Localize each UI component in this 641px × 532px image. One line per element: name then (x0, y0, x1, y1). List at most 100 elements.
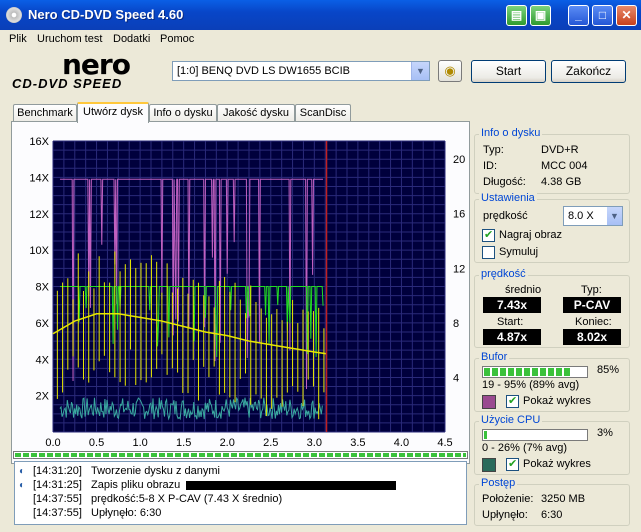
maximize-icon: □ (598, 8, 607, 22)
buffer-progress-fill (484, 368, 571, 376)
extra-button-1[interactable]: ▤ (506, 5, 527, 26)
stop-button[interactable]: Zakończ (551, 60, 626, 83)
speed-group: prędkość średnio Typ: 7.43x P-CAV Start:… (474, 268, 630, 348)
chevron-down-icon[interactable]: ▼ (411, 62, 429, 80)
drive-select-value: [1:0] BENQ DVD LS DW1655 BCIB (177, 65, 351, 77)
buffer-show-graph-label: Pokaż wykres (523, 395, 591, 407)
y-right-tick-label: 12 (453, 263, 465, 275)
end-label: Koniec: (575, 316, 612, 328)
cpu-title: Użycie CPU (479, 414, 543, 426)
extra-button-2[interactable]: ▣ (530, 5, 551, 26)
info-icon: ◐ (19, 466, 26, 477)
logo-product: CD-DVD SPEED (12, 76, 123, 91)
x-tick-label: 1.5 (176, 437, 191, 449)
minimize-button[interactable]: _ (568, 5, 589, 26)
cpu-progress (482, 429, 588, 441)
drive-select[interactable]: [1:0] BENQ DVD LS DW1655 BCIB ▼ (172, 61, 430, 81)
settings-group: Ustawienia prędkość 8.0 X ▼ Nagraj obraz… (474, 192, 630, 263)
disc-info-group: Info o dysku Typ: DVD+R ID: MCC 004 Dług… (474, 127, 630, 194)
eject-button[interactable]: ◉ (438, 60, 462, 82)
menu-bar: Plik Uruchom test Dodatki Pomoc (0, 30, 641, 49)
speed-type-label: Typ: (581, 284, 602, 296)
simulate-checkbox[interactable] (482, 246, 495, 259)
y-left-tick-label: 10X (29, 245, 49, 257)
start-label: Start: (497, 316, 524, 328)
menu-extras[interactable]: Dodatki (113, 33, 150, 45)
buffer-group: Bufor 85% 19 - 95% (89% avg) Pokaż wykre… (474, 351, 630, 412)
log-entry: [14:37:55] prędkość:5-8 X P-CAV (7.43 X ś… (33, 493, 283, 505)
x-tick-label: 0.5 (89, 437, 104, 449)
y-left-tick-label: 14X (29, 172, 49, 184)
x-tick-label: 0.0 (45, 437, 60, 449)
disc-type-value: DVD+R (541, 144, 579, 156)
menu-plik[interactable]: Plik (9, 33, 27, 45)
close-button[interactable]: ✕ (616, 5, 637, 26)
progress-group: Postęp Położenie: 3250 MB Upłynęło: 6:30 (474, 477, 630, 526)
nero-logo: nero CD-DVD SPEED (10, 48, 160, 92)
speed-label: prędkość (483, 210, 528, 222)
chevron-down-icon[interactable]: ▼ (607, 207, 622, 225)
copy-icon: ▤ (510, 8, 523, 22)
log-entry: ◐ [14:31:20] Tworzenie dysku z danymi (19, 465, 220, 477)
redacted-filename (186, 480, 397, 490)
cpu-progress-fill (484, 431, 488, 439)
x-tick-label: 1.0 (132, 437, 147, 449)
x-tick-label: 3.5 (350, 437, 365, 449)
elapsed-value: 6:30 (541, 509, 563, 521)
speed-select[interactable]: 8.0 X ▼ (563, 206, 623, 226)
cpu-range: 0 - 26% (7% avg) (482, 442, 567, 454)
progress-title: Postęp (479, 477, 518, 489)
status-progress-fill (15, 453, 466, 457)
avg-label: średnio (505, 284, 542, 296)
cpu-show-graph-label: Pokaż wykres (523, 458, 591, 470)
cpu-show-graph-checkbox[interactable] (506, 457, 519, 471)
window-title: Nero CD-DVD Speed 4.60 (28, 7, 184, 22)
x-tick-label: 3.0 (307, 437, 322, 449)
buffer-color-swatch[interactable] (482, 395, 496, 409)
end-speed-value: 8.02x (563, 329, 621, 345)
title-bar: Nero CD-DVD Speed 4.60 ▤ ▣ _ □ ✕ (0, 0, 641, 30)
tab-disc-quality[interactable]: Jakość dysku (217, 104, 295, 122)
x-tick-label: 4.0 (394, 437, 409, 449)
menu-run-test[interactable]: Uruchom test (37, 33, 102, 45)
position-value: 3250 MB (541, 493, 586, 505)
cpu-group: Użycie CPU 3% 0 - 26% (7% avg) Pokaż wyk… (474, 414, 630, 475)
id-label: ID: (483, 160, 498, 172)
maximize-button[interactable]: □ (592, 5, 613, 26)
status-progress-bar (13, 451, 468, 459)
write-image-checkbox[interactable] (482, 228, 495, 242)
settings-title: Ustawienia (479, 192, 537, 204)
x-tick-label: 4.5 (437, 437, 452, 449)
minimize-icon: _ (575, 8, 582, 22)
buffer-title: Bufor (479, 351, 510, 363)
x-tick-label: 2.0 (220, 437, 235, 449)
info-icon: ◐ (19, 480, 26, 491)
y-right-tick-label: 20 (453, 154, 465, 166)
write-image-label: Nagraj obraz (499, 229, 562, 241)
app-icon (6, 7, 22, 23)
cpu-color-swatch[interactable] (482, 458, 496, 472)
position-label: Położenie: (482, 493, 534, 505)
tab-disc-info[interactable]: Info o dysku (149, 104, 217, 122)
tab-create-disc[interactable]: Utwórz dysk (77, 102, 149, 123)
tab-scandisc[interactable]: ScanDisc (295, 104, 351, 122)
y-left-tick-label: 12X (29, 209, 49, 221)
start-button[interactable]: Start (471, 60, 546, 83)
log-entry: [14:37:55] Upłynęło: 6:30 (33, 507, 162, 519)
tab-benchmark[interactable]: Benchmark (13, 104, 77, 122)
buffer-range: 19 - 95% (89% avg) (482, 379, 580, 391)
buffer-show-graph-checkbox[interactable] (506, 394, 519, 408)
speed-select-value: 8.0 X (568, 210, 594, 222)
y-right-tick-label: 16 (453, 209, 465, 221)
y-left-tick-label: 6X (36, 318, 50, 330)
type-label: Typ: (483, 144, 504, 156)
length-label: Długość: (483, 176, 526, 188)
speed-type-value: P-CAV (563, 297, 621, 313)
elapsed-label: Upłynęło: (482, 509, 528, 521)
menu-help[interactable]: Pomoc (160, 33, 194, 45)
buffer-progress (482, 366, 588, 378)
tab-panel: 0.0 0.5 1.0 1.5 2.0 2.5 3.0 3.5 4.0 4.5 2X 4X 6X 8X 10… (11, 121, 470, 464)
avg-speed-value: 7.43x (483, 297, 541, 313)
disc-length-value: 4.38 GB (541, 176, 582, 188)
y-left-tick-label: 16X (29, 136, 49, 148)
